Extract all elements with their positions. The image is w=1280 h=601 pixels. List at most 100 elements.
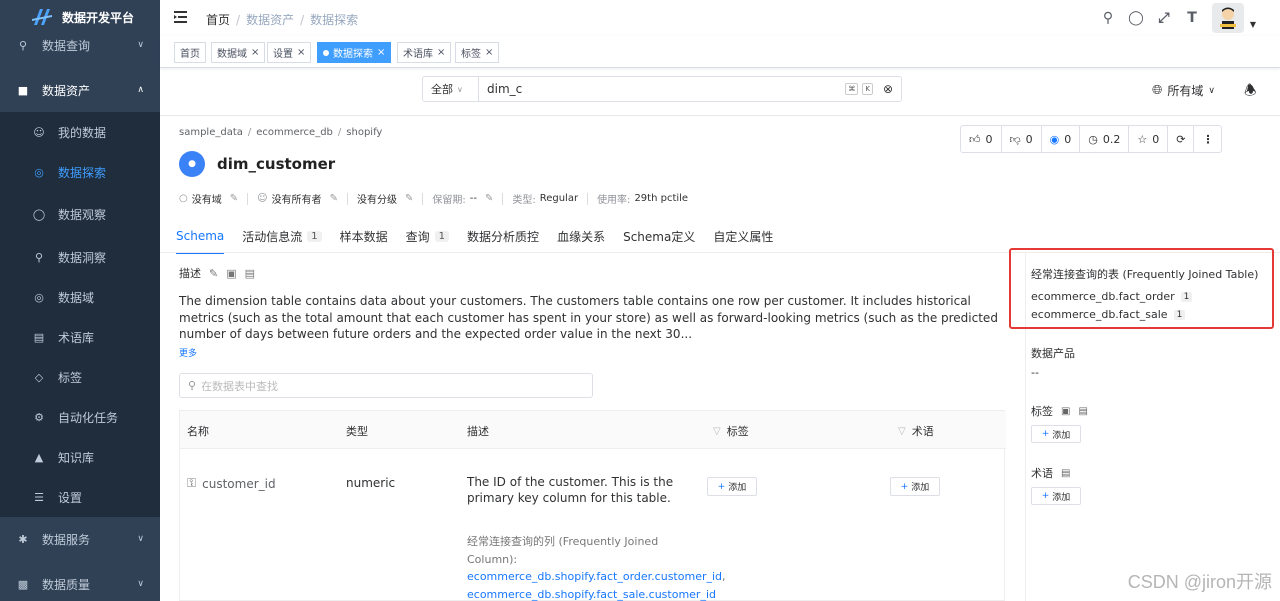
meta-domain[interactable]: ○ 没有域 ✎ <box>179 191 238 206</box>
request-tag-icon[interactable]: ▣ <box>1061 406 1070 417</box>
joined-column-link[interactable]: ecommerce_db.shopify.fact_order.customer… <box>467 570 722 583</box>
meta-retention[interactable]: 保留期: -- ✎ <box>432 191 493 206</box>
sidebar-item[interactable]: ⚲ 数据洞察 <box>0 237 160 277</box>
header-glossary[interactable]: ▽ 术语 <box>898 423 934 439</box>
sidebar-item[interactable]: ◇ 标签 <box>0 357 160 397</box>
joined-column-link[interactable]: ecommerce_db.shopify.fact_sale.customer_… <box>467 588 716 601</box>
tab-label: 数据分析质控 <box>467 230 540 244</box>
joined-table-item[interactable]: ecommerce_db.fact_order 1 <box>1031 290 1193 303</box>
sidebar-item[interactable]: ◯ 数据观察 <box>0 194 160 234</box>
tag-view-label: 设置 <box>273 49 293 60</box>
edit-icon[interactable]: ✎ <box>405 193 413 204</box>
sidebar-item[interactable]: ⚲ 数据查询 ∨ <box>0 25 160 65</box>
star-button[interactable]: ☆ 0 <box>1129 126 1169 152</box>
search-icon: ⚲ <box>188 379 197 392</box>
domain-filter[interactable]: 🌐︎ 所有域 ∨ <box>1152 82 1215 99</box>
tab-item[interactable]: 查询 1 <box>406 228 450 254</box>
meta-type: 类型: Regular <box>512 193 579 206</box>
header-tags[interactable]: ▽ 标签 <box>713 423 749 439</box>
avatar-dropdown-icon[interactable]: ▼ <box>1250 20 1256 29</box>
sidebar-item[interactable]: ⚙ 自动化任务 <box>0 397 160 437</box>
description-label: 描述 <box>179 267 201 280</box>
sidebar-item[interactable]: ☰ 设置 <box>0 477 160 517</box>
sidebar-item[interactable]: ▲ 知识库 <box>0 437 160 477</box>
sidebar-item-label: 数据质量 <box>42 577 91 592</box>
path-service[interactable]: sample_data <box>179 127 243 138</box>
tab-item[interactable]: Schema定义 <box>623 228 695 254</box>
font-size-icon[interactable]: T <box>1184 10 1200 26</box>
tab-item[interactable]: 数据分析质控 <box>467 228 539 254</box>
sidebar-item[interactable]: ◎ 数据探索 <box>0 152 160 192</box>
comment-icon[interactable]: ▤ <box>1061 468 1070 479</box>
joined-table-item[interactable]: ecommerce_db.fact_sale 1 <box>1031 308 1186 321</box>
data-product-title: 数据产品 <box>1031 347 1075 360</box>
sidebar-item[interactable]: ◎ 数据域 <box>0 277 160 317</box>
close-icon[interactable]: × <box>437 47 445 58</box>
github-icon[interactable]: ◯ <box>1128 10 1144 26</box>
sidebar-item[interactable]: ▩ 数据质量 ∨ <box>0 564 160 601</box>
path-database[interactable]: ecommerce_db <box>256 127 333 138</box>
add-term-button[interactable]: + 添加 <box>890 477 940 496</box>
edit-icon[interactable]: ✎ <box>330 193 338 204</box>
close-icon[interactable]: × <box>485 47 493 58</box>
fullscreen-icon[interactable]: ⤢ <box>1156 10 1172 26</box>
tag-view-item[interactable]: 术语库 × <box>397 42 452 63</box>
path-schema[interactable]: shopify <box>346 127 382 138</box>
close-icon[interactable]: × <box>251 47 259 58</box>
version-button[interactable]: ◷ 0.2 <box>1080 126 1130 152</box>
sidebar-item[interactable]: ✱ 数据服务 ∨ <box>0 519 160 559</box>
sidebar-item[interactable]: ▤ 术语库 <box>0 317 160 357</box>
filter-icon[interactable]: ▽ <box>713 426 721 437</box>
tab-item[interactable]: 活动信息流 1 <box>242 228 322 254</box>
sidebar-item[interactable]: ☺ 我的数据 <box>0 112 160 152</box>
glossary-section-header: 术语 ▤ <box>1031 467 1071 480</box>
avatar[interactable] <box>1212 3 1244 33</box>
breadcrumb-home[interactable]: 首页 <box>206 13 230 27</box>
add-tag-button[interactable]: + 添加 <box>707 477 757 496</box>
dislike-button[interactable]: 👎︎ 0 <box>1002 126 1042 152</box>
edit-icon[interactable]: ✎ <box>230 193 238 204</box>
search-scope-select[interactable]: 全部 ∨ <box>423 77 479 101</box>
tag-view-item[interactable]: 数据域 × <box>211 42 266 63</box>
column-search-input[interactable]: ⚲ 在数据表中查找 <box>179 373 593 398</box>
like-button[interactable]: 👍︎ 0 <box>961 126 1002 152</box>
header-description: 描述 <box>467 425 489 438</box>
tab-item[interactable]: 样本数据 <box>340 228 388 254</box>
edit-icon[interactable]: ✎ <box>209 267 218 280</box>
tag-view-item[interactable]: 数据探索 × <box>317 42 392 63</box>
description-text: The dimension table contains data about … <box>179 294 998 341</box>
column-description-cell: The ID of the customer. This is the prim… <box>467 475 674 505</box>
close-icon[interactable]: × <box>377 47 385 58</box>
meta-tier[interactable]: 没有分级 ✎ <box>357 191 413 206</box>
sidebar-item[interactable]: ■ 数据资产 ∧ <box>0 70 160 110</box>
request-description-icon[interactable]: ▣ <box>226 267 236 280</box>
tag-view-item[interactable]: 标签 × <box>455 42 500 63</box>
search-icon[interactable]: ⚲ <box>1100 10 1116 26</box>
comment-icon[interactable]: ▤ <box>245 267 255 280</box>
breadcrumb-assets[interactable]: 数据资产 <box>246 13 294 27</box>
add-term-button[interactable]: + 添加 <box>1031 487 1081 505</box>
filter-icon[interactable]: ▽ <box>898 426 906 437</box>
tab-item[interactable]: 自定义属性 <box>713 228 773 254</box>
more-actions-button[interactable]: ⋮ <box>1194 126 1221 152</box>
tab-badge: 1 <box>307 231 322 242</box>
show-more-link[interactable]: 更多 <box>179 346 197 359</box>
meta-owner[interactable]: ☺ 没有所有者 ✎ <box>257 191 338 206</box>
edit-icon[interactable]: ✎ <box>485 193 493 204</box>
search-input[interactable]: dim_c <box>479 82 845 96</box>
notification-bell-icon[interactable]: 🕭︎ <box>1244 80 1257 104</box>
add-tag-button[interactable]: + 添加 <box>1031 425 1081 443</box>
hamburger-icon[interactable] <box>173 9 189 25</box>
comment-icon[interactable]: ▤ <box>1078 406 1087 417</box>
thumbs-down-icon: 👎︎ <box>1009 132 1021 146</box>
close-icon[interactable]: × <box>297 47 305 58</box>
sidebar-item-label: 标签 <box>58 370 83 385</box>
tag-view-item[interactable]: 首页 <box>174 42 206 63</box>
tab-item[interactable]: Schema <box>176 228 225 254</box>
tag-view-item[interactable]: 设置 × <box>267 42 312 63</box>
share-button[interactable]: ⟳ <box>1168 126 1195 152</box>
tab-item[interactable]: 血缘关系 <box>557 228 605 254</box>
clear-search-icon[interactable]: ⊗ <box>883 82 893 96</box>
tag-icon: ◇ <box>34 370 44 384</box>
watch-button[interactable]: ◉ 0 <box>1042 126 1081 152</box>
